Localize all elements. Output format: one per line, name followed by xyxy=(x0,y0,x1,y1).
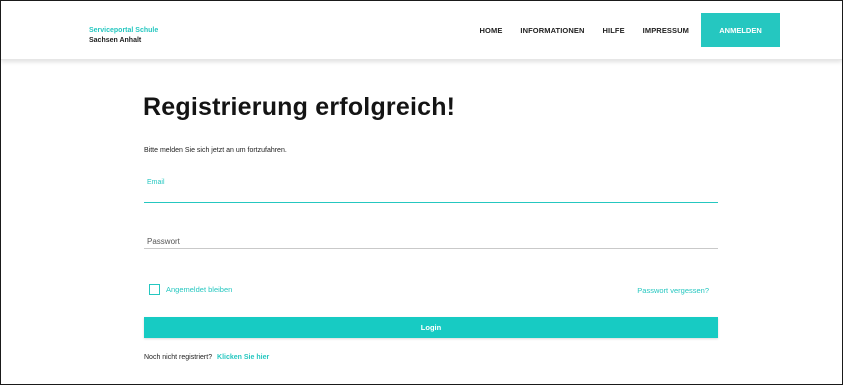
nav-informationen[interactable]: INFORMATIONEN xyxy=(520,26,584,35)
register-prompt-text: Noch nicht registriert? xyxy=(144,354,213,361)
main-nav: HOME INFORMATIONEN HILFE IMPRESSUM ANMEL… xyxy=(480,1,780,59)
email-field[interactable] xyxy=(144,188,718,203)
page-title: Registrierung erfolgreich! xyxy=(143,93,456,121)
page-subtitle: Bitte melden Sie sich jetzt an um fortzu… xyxy=(144,147,287,154)
nav-impressum[interactable]: IMPRESSUM xyxy=(643,26,689,35)
nav-home[interactable]: HOME xyxy=(480,26,503,35)
password-field[interactable] xyxy=(144,234,718,249)
remember-me-label: Angemeldet bleiben xyxy=(166,285,233,294)
forgot-password-link[interactable]: Passwort vergessen? xyxy=(637,286,709,295)
page-frame: Serviceportal Schule Sachsen Anhalt HOME… xyxy=(0,0,843,385)
nav-hilfe[interactable]: HILFE xyxy=(603,26,625,35)
register-link[interactable]: Klicken Sie hier xyxy=(217,354,269,361)
email-label: Email xyxy=(147,179,165,186)
register-prompt: Noch nicht registriert? Klicken Sie hier xyxy=(144,354,269,361)
brand-subtitle: Sachsen Anhalt xyxy=(89,37,142,44)
checkbox-icon[interactable] xyxy=(149,284,160,295)
brand-logo[interactable]: Serviceportal Schule Sachsen Anhalt xyxy=(89,26,158,46)
top-navbar: Serviceportal Schule Sachsen Anhalt HOME… xyxy=(1,1,842,60)
login-button[interactable]: Login xyxy=(144,317,718,338)
nav-anmelden-button[interactable]: ANMELDEN xyxy=(701,13,780,47)
remember-me-checkbox[interactable]: Angemeldet bleiben xyxy=(149,284,232,295)
brand-title: Serviceportal Schule xyxy=(89,27,159,34)
